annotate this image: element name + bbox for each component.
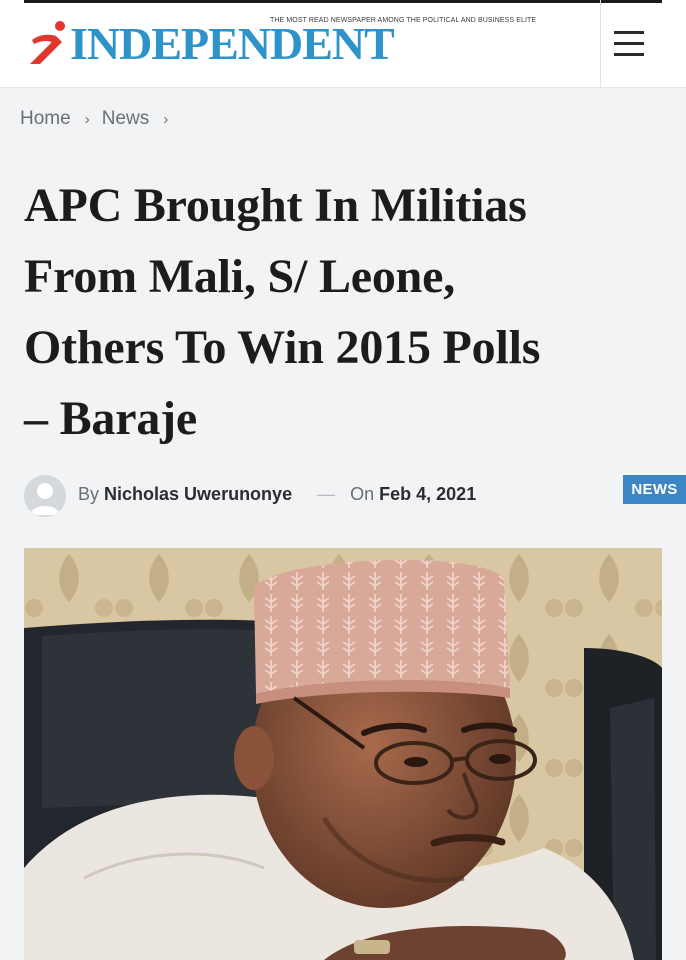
- menu-button[interactable]: [606, 22, 650, 66]
- title-line: Others To Win 2015 Polls: [24, 321, 541, 374]
- article-title: APC Brought In Militias From Mali, S/ Le…: [24, 170, 664, 454]
- title-line: APC Brought In Militias: [24, 179, 527, 232]
- site-logo[interactable]: THE MOST READ NEWSPAPER AMONG THE POLITI…: [26, 8, 536, 69]
- top-rule: [24, 0, 662, 3]
- title-line: From Mali, S/ Leone,: [24, 250, 456, 303]
- hamburger-icon-line: [614, 42, 644, 45]
- title-line: – Baraje: [24, 392, 198, 445]
- chevron-right-icon: ›: [163, 110, 169, 128]
- breadcrumb: Home › News ›: [20, 108, 180, 130]
- header-divider: [600, 0, 601, 88]
- on-label: On: [350, 484, 375, 504]
- publish-date: Feb 4, 2021: [379, 484, 477, 504]
- by-label: By: [78, 484, 100, 504]
- site-header: THE MOST READ NEWSPAPER AMONG THE POLITI…: [0, 0, 686, 88]
- category-badge[interactable]: NEWS: [623, 475, 686, 504]
- header-border: [0, 87, 686, 88]
- meta-separator: —: [317, 484, 336, 504]
- hamburger-icon: [614, 31, 644, 34]
- breadcrumb-home-link[interactable]: Home: [20, 108, 71, 130]
- logo-runner-icon: [30, 21, 65, 64]
- logo-wordmark: INDEPENDENT: [70, 18, 395, 69]
- chevron-right-icon: ›: [84, 110, 90, 128]
- user-avatar-icon[interactable]: [24, 475, 66, 517]
- article-meta: By Nicholas Uwerunonye — On Feb 4, 2021 …: [24, 474, 686, 517]
- breadcrumb-news-link[interactable]: News: [102, 108, 150, 130]
- portrait-photo: [24, 548, 662, 960]
- byline: By Nicholas Uwerunonye — On Feb 4, 2021: [78, 484, 476, 505]
- hamburger-icon-line: [614, 53, 644, 56]
- author-link[interactable]: Nicholas Uwerunonye: [104, 484, 292, 504]
- article-page: THE MOST READ NEWSPAPER AMONG THE POLITI…: [0, 0, 686, 960]
